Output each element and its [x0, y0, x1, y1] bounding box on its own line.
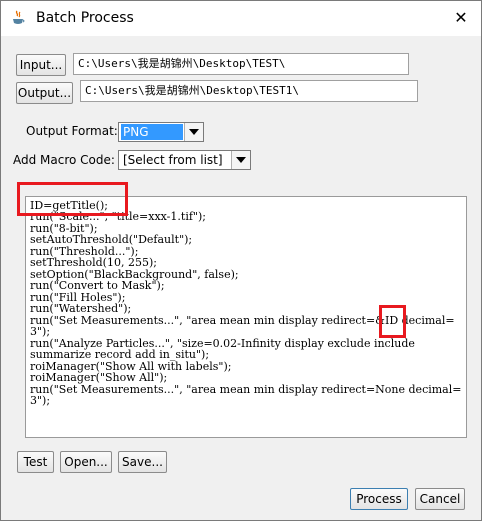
code-line: run("Convert to Mask");: [30, 279, 165, 292]
java-cup-icon: [11, 10, 25, 26]
input-path-field[interactable]: C:\Users\我是胡锦州\Desktop\TEST\: [73, 53, 409, 75]
output-format-label: Output Format:: [26, 124, 118, 138]
chevron-down-icon[interactable]: [231, 151, 250, 169]
output-format-value: PNG: [121, 124, 183, 140]
cancel-button[interactable]: Cancel: [415, 488, 465, 510]
code-line: 3");: [30, 325, 51, 338]
window-title: Batch Process: [36, 10, 134, 26]
open-button[interactable]: Open...: [60, 451, 112, 473]
code-line: setAutoThreshold("Default");: [30, 233, 193, 246]
output-button[interactable]: Output...: [16, 82, 73, 104]
highlight-box-getTitle: [17, 182, 128, 216]
code-line: 3");: [30, 394, 51, 407]
chevron-down-icon[interactable]: [184, 123, 203, 141]
code-line: summarize record add in_situ");: [30, 348, 210, 361]
process-button[interactable]: Process: [350, 488, 408, 510]
title-bar: Batch Process ✕: [1, 1, 481, 36]
code-line: run("Set Measurements...", "area mean mi…: [30, 383, 462, 396]
save-button[interactable]: Save...: [118, 451, 167, 473]
code-line: setThreshold(10, 255);: [30, 256, 157, 269]
macro-code-value: [Select from list]: [123, 153, 223, 167]
code-line: run("Watershed");: [30, 302, 132, 315]
add-macro-code-label: Add Macro Code:: [13, 153, 115, 167]
highlight-box-id: [379, 305, 406, 338]
close-icon[interactable]: ✕: [446, 6, 476, 30]
test-button[interactable]: Test: [17, 451, 54, 473]
batch-process-window: Batch Process ✕ Input... C:\Users\我是胡锦州\…: [0, 0, 482, 521]
output-path-field[interactable]: C:\Users\我是胡锦州\Desktop\TEST1\: [80, 80, 418, 102]
macro-code-select[interactable]: [Select from list]: [118, 150, 251, 170]
output-format-select[interactable]: PNG: [118, 122, 204, 142]
code-line: roiManager("Show All");: [30, 371, 168, 384]
input-button[interactable]: Input...: [16, 54, 66, 76]
